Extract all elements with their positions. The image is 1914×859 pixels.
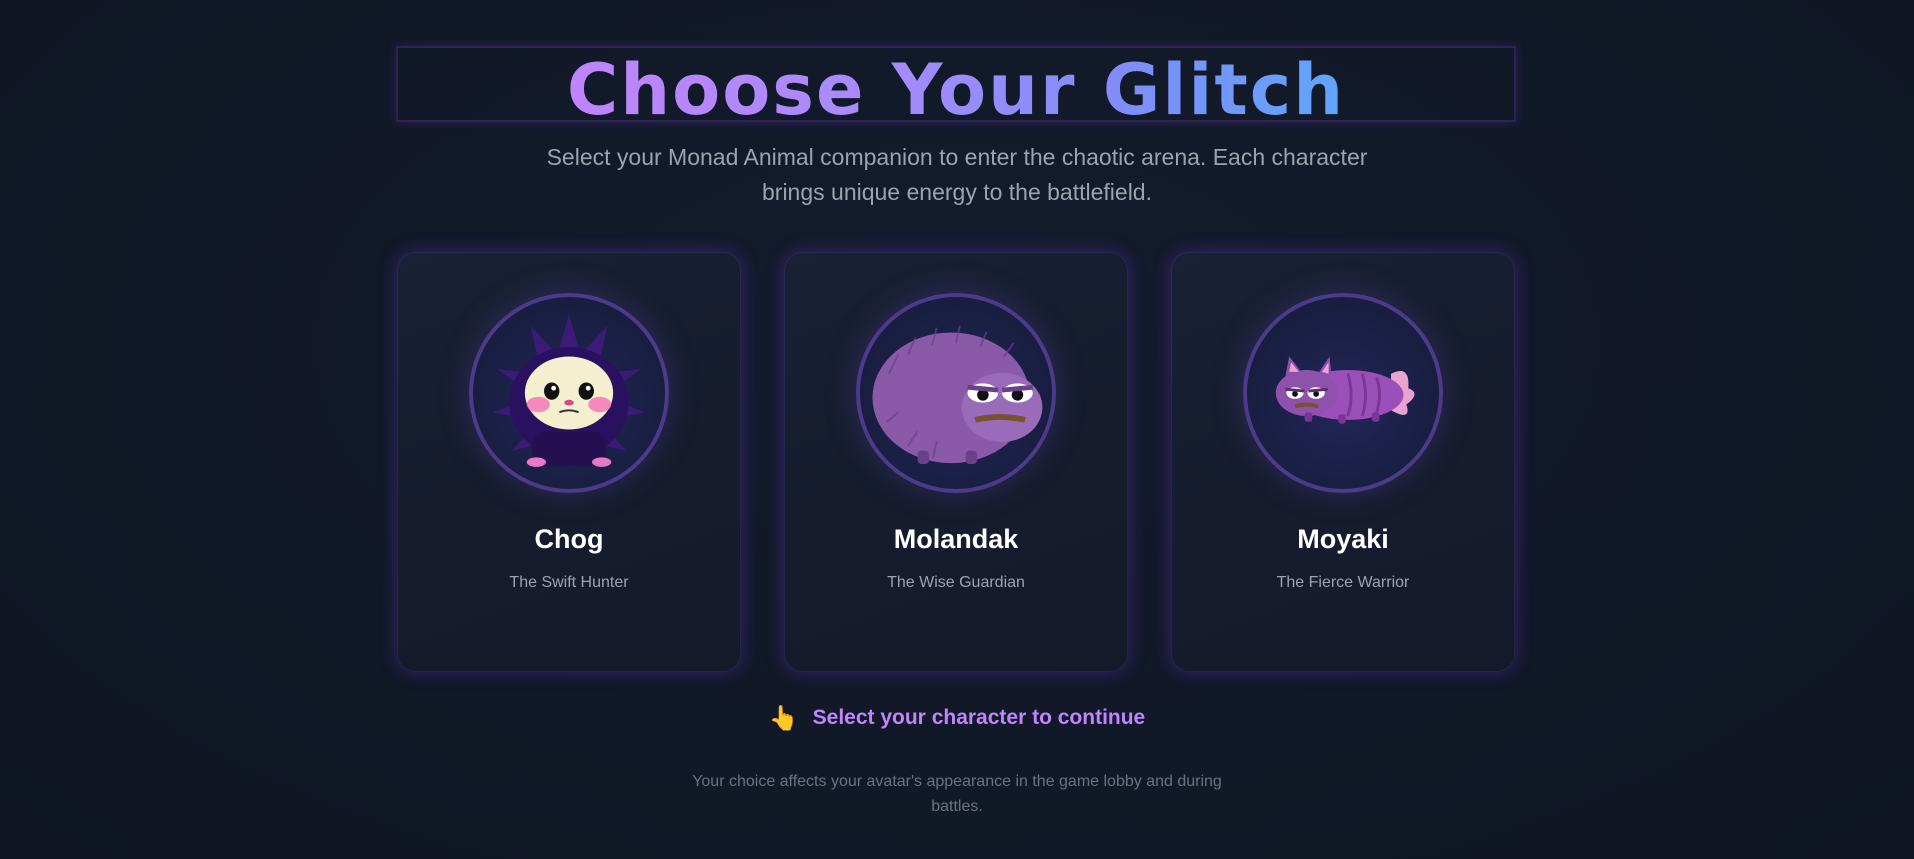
character-name: Molandak [893,524,1019,554]
page-subtitle: Select your Monad Animal companion to en… [546,144,1368,205]
character-title: The Fierce Warrior [1276,574,1410,591]
character-name: Moyaki [1297,524,1389,554]
character-name: Chog [534,524,604,554]
porcupine-frog-avatar-icon [856,293,1056,493]
title-frame: Choose Your Glitch [396,46,1516,122]
footnote: Your choice affects your avatar's appear… [692,773,1222,815]
character-card-moyaki[interactable]: Moyaki The Fierce Warrior [1171,252,1515,672]
hedgehog-avatar-icon [469,293,669,493]
pointing-hand-icon: 👆 [768,704,799,732]
character-card-molandak[interactable]: Molandak The Wise Guardian [784,252,1128,672]
character-title: The Wise Guardian [887,574,1025,591]
character-select-screen: Choose Your Glitch Select your Monad Ani… [0,0,1914,859]
character-title: The Swift Hunter [509,574,629,591]
page-title: Choose Your Glitch [567,55,1345,120]
selection-prompt: 👆 Select your character to continue [0,706,1914,730]
prompt-text: Select your character to continue [812,706,1146,729]
character-card-chog[interactable]: Chog The Swift Hunter [397,252,741,672]
cat-fish-avatar-icon [1243,293,1443,493]
